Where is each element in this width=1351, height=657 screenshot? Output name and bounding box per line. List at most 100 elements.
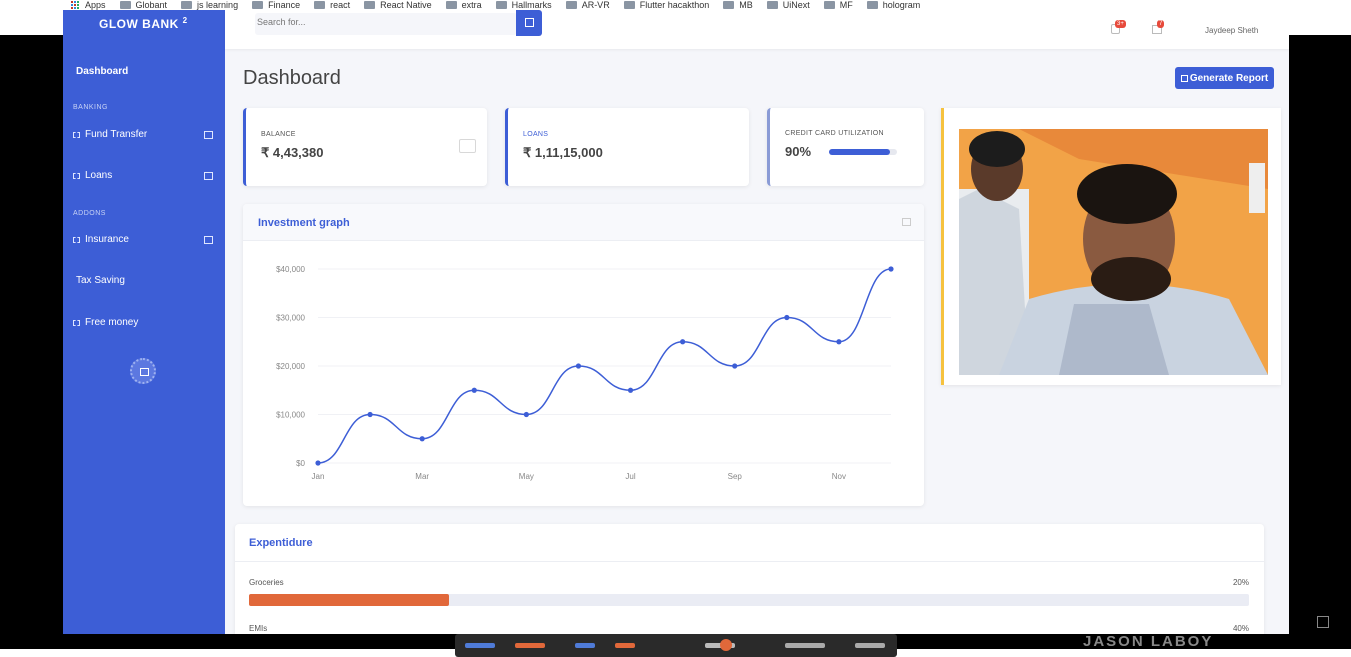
sidebar-item-free-money[interactable]: Free money <box>73 317 213 328</box>
page-title: Dashboard <box>243 67 341 89</box>
folder-icon <box>623 1 635 9</box>
alerts-badge: 3+ <box>1115 20 1126 28</box>
chart-y-tick-label: $20,000 <box>276 362 305 371</box>
chart-y-tick-label: $30,000 <box>276 314 305 323</box>
folder-icon <box>565 1 577 9</box>
apps-grid-icon[interactable] <box>71 0 80 10</box>
bookmark-item[interactable]: MF <box>823 0 853 10</box>
watermark: JASON LABOY <box>1083 633 1214 650</box>
chart-data-point <box>419 436 425 442</box>
skip-back-icon[interactable]: ⟲ <box>381 617 392 633</box>
bookmark-item[interactable]: Flutter hacakthon <box>623 0 709 10</box>
fast-forward-icon[interactable]: ▶▶ <box>558 617 578 633</box>
folder-icon <box>181 1 193 9</box>
sidebar-item-insurance[interactable]: Insurance <box>73 234 213 245</box>
dock-app-icon[interactable] <box>515 643 545 648</box>
folder-icon <box>364 1 376 9</box>
folder-icon <box>823 1 835 9</box>
menu-icon[interactable] <box>902 218 911 226</box>
folder-icon <box>766 1 778 9</box>
dock-app-icon[interactable] <box>575 643 595 648</box>
balance-value: ₹ 4,43,380 <box>261 145 324 160</box>
dock-app-icon[interactable] <box>465 643 495 648</box>
expenditure-label: EMIs <box>249 624 268 633</box>
right-strip <box>1289 0 1351 35</box>
investment-graph-card: Investment graph $0 $10,000 $20,000 $30,000… <box>243 204 924 506</box>
sidebar-item-dashboard[interactable]: Dashboard <box>76 66 128 77</box>
chart-x-tick-label: Jul <box>625 472 635 481</box>
dock-app-icon[interactable] <box>720 639 732 651</box>
bookmark-item[interactable]: extra <box>445 0 482 10</box>
generate-report-button[interactable]: Generate Report <box>1175 67 1274 89</box>
sidebar-item-loans[interactable]: Loans <box>73 170 213 181</box>
messages-badge: 7 <box>1157 20 1165 28</box>
volume-icon[interactable]: ◀) <box>600 617 614 633</box>
fullscreen-icon[interactable] <box>1317 616 1329 628</box>
user-name[interactable]: Jaydeep Sheth <box>1205 26 1258 35</box>
chart-data-point <box>836 339 842 345</box>
loans-label: LOANS <box>523 131 549 138</box>
utilization-value: 90% <box>785 144 812 159</box>
search-button[interactable] <box>516 10 542 36</box>
expenditure-label: Groceries <box>249 578 284 587</box>
topbar: Search for... 3+ 7 Jaydeep Sheth <box>225 10 1289 49</box>
brand-logo[interactable]: GLOW BANK 2 <box>99 16 188 31</box>
bookmark-item[interactable]: react <box>314 0 350 10</box>
bookmark-item[interactable]: hologram <box>866 0 920 10</box>
search-input[interactable]: Search for... <box>255 13 517 35</box>
video-player-controls: 00:01 ⟲ ◷ ■ ◀◀ ▶ ▶▶ ◀) <box>298 606 918 634</box>
bookmark-item[interactable]: Hallmarks <box>495 0 552 10</box>
rewind-icon[interactable]: ◀◀ <box>477 617 497 633</box>
left-strip <box>0 0 63 35</box>
video-call-panel <box>941 108 1281 385</box>
chart-data-point <box>888 266 894 272</box>
sidebar-item-fund-transfer[interactable]: Fund Transfer <box>73 129 213 140</box>
screen-frame: Apps Globant js learning Finance react R… <box>0 0 1351 657</box>
bookmark-item[interactable]: React Native <box>364 0 432 10</box>
expand-icon <box>204 130 213 139</box>
credit-utilization-card: CREDIT CARD UTILIZATION 90% <box>767 108 924 186</box>
chart-y-tick-label: $40,000 <box>276 265 305 274</box>
chart-data-point <box>627 387 634 393</box>
bookmark-item[interactable]: Finance <box>252 0 300 10</box>
loans-card: LOANS ₹ 1,11,15,000 <box>505 108 749 186</box>
insurance-icon <box>73 236 80 243</box>
wallet-icon <box>459 139 476 153</box>
folder-icon <box>495 1 507 9</box>
webcam-feed <box>959 129 1268 375</box>
player-time: 00:01 <box>298 620 321 630</box>
sidebar-item-tax-saving[interactable]: Tax Saving <box>76 275 216 286</box>
sidebar-toggle-button[interactable] <box>130 358 156 384</box>
utilization-progress-bar <box>829 149 897 155</box>
bookmark-item[interactable]: UiNext <box>766 0 810 10</box>
bookmarks-bar: Apps Globant js learning Finance react R… <box>63 0 1289 10</box>
bookmark-item[interactable]: MB <box>723 0 753 10</box>
folder-icon <box>314 1 326 9</box>
dock-app-icon[interactable] <box>785 643 825 648</box>
dock-app-icon[interactable] <box>615 643 635 648</box>
stop-icon[interactable]: ■ <box>447 618 455 633</box>
chart-data-point <box>680 339 686 345</box>
chart-data-point <box>575 363 582 369</box>
play-icon[interactable]: ▶ <box>519 612 536 634</box>
chart-data-point <box>732 363 738 369</box>
expenditure-title: Expentidure <box>249 537 313 549</box>
bookmark-apps[interactable]: Apps <box>85 0 106 10</box>
expand-icon <box>204 171 213 180</box>
expand-icon <box>204 235 213 244</box>
dock-app-icon[interactable] <box>855 643 885 648</box>
bookmark-item[interactable]: AR-VR <box>565 0 610 10</box>
sidebar-section-addons: ADDONS <box>73 210 106 217</box>
folder-icon <box>119 1 131 9</box>
bookmark-item[interactable]: Globant <box>119 0 167 10</box>
utilization-progress-fill <box>829 149 891 155</box>
money-icon <box>73 319 80 326</box>
app-window: GLOW BANK 2 Dashboard BANKING Fund Trans… <box>63 10 1289 634</box>
sidebar: GLOW BANK 2 Dashboard BANKING Fund Trans… <box>63 10 225 634</box>
balance-label: BALANCE <box>261 131 296 138</box>
loans-icon <box>73 172 80 179</box>
utilization-label: CREDIT CARD UTILIZATION <box>785 130 884 137</box>
transfer-icon <box>73 131 80 138</box>
history-icon[interactable]: ◷ <box>413 617 424 633</box>
bookmark-item[interactable]: js learning <box>181 0 238 10</box>
